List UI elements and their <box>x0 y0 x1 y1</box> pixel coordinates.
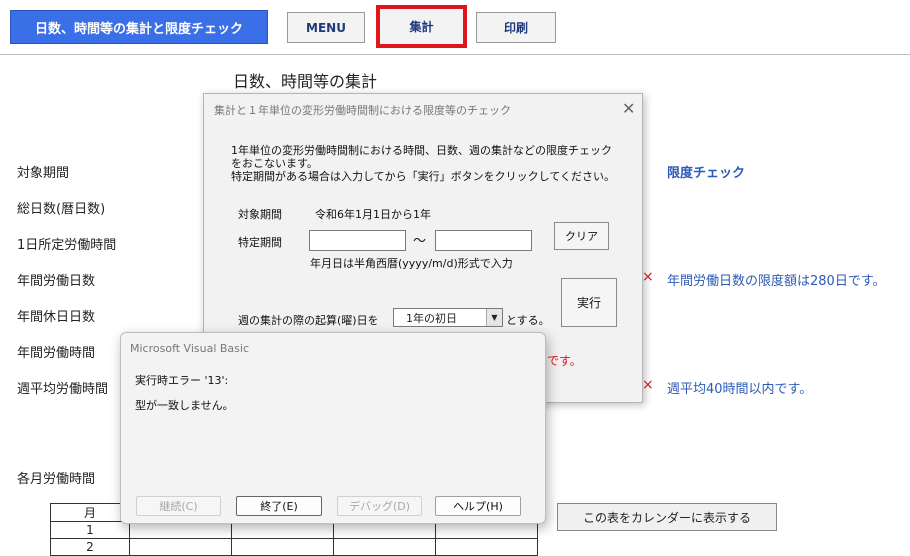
execute-button[interactable]: 実行 <box>561 278 617 327</box>
error-dialog-title: Microsoft Visual Basic <box>130 342 250 355</box>
limit-days-mark: × <box>642 269 654 285</box>
specific-period-label: 特定期間 <box>238 236 282 249</box>
label-monthly-hours: 各月労働時間 <box>17 472 96 487</box>
close-icon[interactable]: ✕ <box>622 99 635 118</box>
desc-line: 1年単位の変形労働時間制における時間、日数、週の集計などの限度チェック <box>231 144 612 157</box>
show-calendar-button[interactable]: この表をカレンダーに表示する <box>557 503 777 531</box>
table-cell-month: 2 <box>50 538 130 556</box>
label-daily-hours: 1日所定労働時間 <box>17 238 117 253</box>
table-cell <box>333 538 436 556</box>
limit-week-mark: × <box>642 377 654 393</box>
limit-week-text: 週平均40時間以内です。 <box>667 382 813 397</box>
range-tilde: ～ <box>413 234 427 249</box>
label-annual-hours: 年間労働時間 <box>17 346 96 361</box>
help-button[interactable]: ヘルプ(H) <box>435 496 521 516</box>
specific-from-input[interactable] <box>309 230 406 251</box>
table-cell <box>129 521 232 539</box>
table-header-month: 月 <box>50 503 130 522</box>
week-start-suffix: とする。 <box>506 314 550 327</box>
limit-days-text: 年間労働日数の限度額は280日です。 <box>667 274 886 289</box>
sheet-title-button[interactable]: 日数、時間等の集計と限度チェック <box>10 10 268 44</box>
table-cell <box>435 521 538 539</box>
error-message: 型が一致しません。 <box>135 399 234 412</box>
tally-button[interactable]: 集計 <box>376 5 467 48</box>
chevron-down-icon[interactable]: ▼ <box>486 309 502 326</box>
error-code: 実行時エラー '13': <box>135 374 229 387</box>
desc-line: 特定期間がある場合は入力してから「実行」ボタンをクリックしてください。 <box>231 170 616 183</box>
week-start-label: 週の集計の際の起算(曜)日を <box>238 314 379 327</box>
table-cell <box>333 521 436 539</box>
label-annual-work-days: 年間労働日数 <box>17 274 96 289</box>
table-cell <box>435 538 538 556</box>
dialog-description: 1年単位の変形労働時間制における時間、日数、週の集計などの限度チェック をおこな… <box>231 144 615 183</box>
week-start-select[interactable]: 1年の初日 ▼ <box>393 308 503 327</box>
label-weekly-average: 週平均労働時間 <box>17 382 109 397</box>
debug-button[interactable]: デバッグ(D) <box>337 496 422 516</box>
table-cell <box>129 538 232 556</box>
clear-button[interactable]: クリア <box>554 222 609 250</box>
sheet-heading: 日数、時間等の集計 <box>233 72 378 91</box>
table-row: 1 <box>50 521 538 539</box>
table-row: 2 <box>50 538 538 556</box>
vba-error-dialog: Microsoft Visual Basic 実行時エラー '13': 型が一致… <box>120 332 546 524</box>
period-value: 令和6年1月1日から1年 <box>315 208 431 221</box>
print-button[interactable]: 印刷 <box>476 12 556 43</box>
continue-button[interactable]: 継続(C) <box>136 496 221 516</box>
date-format-hint: 年月日は半角西暦(yyyy/m/d)形式で入力 <box>310 257 513 270</box>
table-cell <box>231 538 334 556</box>
label-target-period: 対象期間 <box>17 166 70 181</box>
table-cell <box>231 521 334 539</box>
period-label: 対象期間 <box>238 208 282 221</box>
label-total-days: 総日数(暦日数) <box>17 202 106 217</box>
toolbar-divider <box>0 54 910 55</box>
week-start-value: 1年の初日 <box>406 311 457 325</box>
table-cell-month: 1 <box>50 521 130 539</box>
specific-to-input[interactable] <box>435 230 532 251</box>
label-annual-holidays: 年間休日日数 <box>17 310 96 325</box>
limit-check-heading: 限度チェック <box>667 166 746 181</box>
limit-warning-text: です。 <box>547 354 582 368</box>
end-button[interactable]: 終了(E) <box>236 496 322 516</box>
desc-line: をおこないます。 <box>231 157 318 170</box>
dialog-title: 集計と１年単位の変形労働時間制における限度等のチェック <box>214 104 511 117</box>
menu-button[interactable]: MENU <box>287 12 365 43</box>
